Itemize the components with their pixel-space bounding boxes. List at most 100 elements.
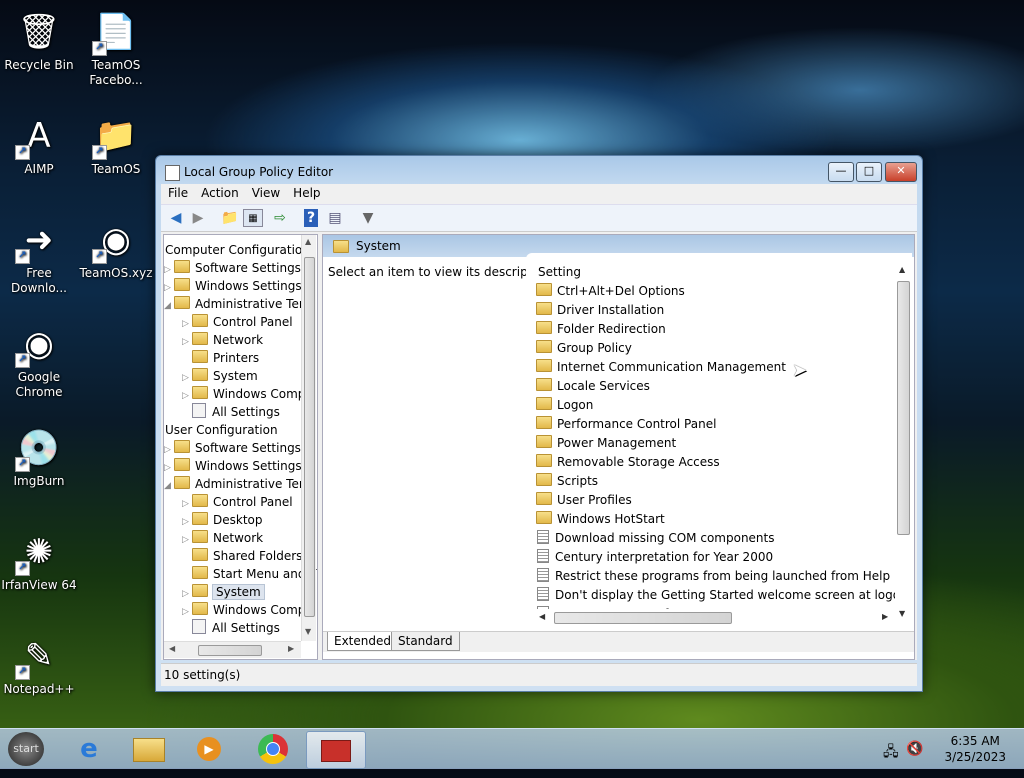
policy-setting-item[interactable]: Don't display the Getting Started welcom…: [536, 586, 908, 605]
tree-horizontal-scrollbar[interactable]: ◀ ▶: [164, 641, 301, 658]
tree-scroll-thumb[interactable]: [304, 257, 315, 617]
tree-item[interactable]: ▷ Network: [182, 331, 263, 349]
properties-icon[interactable]: ▤: [326, 209, 344, 227]
tree-item[interactable]: ▷ System: [182, 367, 258, 385]
tree-item[interactable]: User Configuration: [165, 421, 278, 439]
tree-item[interactable]: Computer Configuratio: [165, 241, 302, 259]
policy-setting-item[interactable]: Download missing COM components: [536, 529, 775, 548]
menu-help[interactable]: Help: [287, 184, 326, 202]
tree-item[interactable]: Printers: [182, 349, 259, 367]
tree-item[interactable]: ▷ Control Panel: [182, 493, 293, 511]
folder-icon: [192, 494, 208, 507]
help-icon[interactable]: ?: [304, 209, 318, 227]
policy-folder-item[interactable]: Driver Installation: [536, 301, 664, 320]
policy-folder-item[interactable]: Power Management: [536, 434, 676, 453]
start-button[interactable]: start: [8, 732, 44, 766]
tree-item-label: Software Settings: [195, 261, 301, 275]
policy-folder-item[interactable]: Group Policy: [536, 339, 632, 358]
taskbar: start e ▶ 🖧 🔇 6:35 AM 3/25/2023: [0, 728, 1024, 769]
tree-item[interactable]: ▷ Control Panel: [182, 313, 293, 331]
menu-view[interactable]: View: [246, 184, 286, 202]
tree-item[interactable]: ▷ Desktop: [182, 511, 263, 529]
taskbar-chrome-button[interactable]: [244, 731, 302, 767]
tab-standard[interactable]: Standard: [391, 632, 460, 651]
tree-item[interactable]: Start Menu and T: [182, 565, 317, 583]
expand-arrow-icon[interactable]: ◢: [164, 297, 174, 315]
tree-item[interactable]: ▷ Windows Settings: [164, 457, 302, 475]
clock[interactable]: 6:35 AM 3/25/2023: [944, 733, 1006, 765]
taskbar-explorer-button[interactable]: [120, 731, 178, 767]
tree-vertical-scrollbar[interactable]: ▲ ▼: [301, 235, 316, 641]
tree-item[interactable]: ▷ Software Settings: [164, 439, 301, 457]
tree-item[interactable]: All Settings: [182, 403, 280, 421]
desktop-icon[interactable]: ✺ ↗ IrfanView 64: [1, 528, 77, 593]
policy-folder-item[interactable]: Locale Services: [536, 377, 650, 396]
menu-file[interactable]: File: [162, 184, 194, 202]
shortcut-arrow-icon: ↗: [92, 41, 107, 56]
taskbar-gpedit-button[interactable]: [306, 731, 366, 769]
policy-folder-item[interactable]: Windows HotStart: [536, 510, 665, 529]
filter-icon[interactable]: ▼: [359, 209, 377, 227]
desktop-icon[interactable]: ◉ ↗ TeamOS.xyz: [78, 216, 154, 281]
tree-item[interactable]: ▷ Windows Settings: [164, 277, 302, 295]
item-label: Power Management: [557, 436, 677, 450]
policy-folder-item[interactable]: Internet Communication Management: [536, 358, 786, 377]
list-horizontal-scrollbar[interactable]: ◀ ▶: [536, 609, 894, 625]
shortcut-arrow-icon: ↗: [15, 145, 30, 160]
folder-icon: [192, 530, 208, 543]
setting-column-header[interactable]: Setting: [538, 265, 581, 279]
desktop-icon[interactable]: 💿 ↗ ImgBurn: [1, 424, 77, 489]
shortcut-arrow-icon: ↗: [15, 249, 30, 264]
policy-folder-item[interactable]: Removable Storage Access: [536, 453, 720, 472]
recycle-bin-icon: 🗑: [17, 12, 61, 52]
tree-item[interactable]: ▷ Windows Comp: [182, 601, 305, 619]
tree-item[interactable]: ◢ Administrative Tem: [164, 475, 311, 493]
minimize-button[interactable]: —: [828, 162, 854, 182]
desktop-icon[interactable]: 🗑 Recycle Bin: [1, 8, 77, 73]
desktop-icon[interactable]: 📄 ↗ TeamOS Facebo...: [78, 8, 154, 88]
tab-extended[interactable]: Extended: [327, 632, 398, 651]
desktop-icon[interactable]: ✎ ↗ Notepad++: [1, 632, 77, 697]
tree-item[interactable]: ▷ Windows Comp: [182, 385, 305, 403]
list-hscroll-thumb[interactable]: [554, 612, 732, 624]
folder-icon: [174, 296, 190, 309]
show-hide-tree-icon[interactable]: ▦: [243, 209, 263, 227]
back-icon[interactable]: ◀: [167, 209, 185, 227]
list-vertical-scrollbar[interactable]: ▲ ▼: [895, 253, 911, 618]
taskbar-ie-button[interactable]: e: [60, 731, 118, 767]
tree-hscroll-thumb[interactable]: [198, 645, 262, 656]
desktop-icon[interactable]: 📁 ↗ TeamOS: [78, 112, 154, 177]
folder-icon: [536, 397, 552, 410]
policy-setting-item[interactable]: Restrict these programs from being launc…: [536, 567, 890, 586]
policy-setting-item[interactable]: Century interpretation for Year 2000: [536, 548, 773, 567]
policy-folder-item[interactable]: Performance Control Panel: [536, 415, 716, 434]
up-folder-icon[interactable]: 📁: [221, 209, 239, 227]
tree-item[interactable]: ▷ Software Settings: [164, 259, 301, 277]
desktop-icon[interactable]: ➜ ↗ Free Downlo...: [1, 216, 77, 296]
tree-item[interactable]: Shared Folders: [182, 547, 302, 565]
policy-folder-item[interactable]: Folder Redirection: [536, 320, 666, 339]
forward-icon[interactable]: ▶: [189, 209, 207, 227]
setting-icon: [537, 587, 549, 601]
policy-folder-item[interactable]: Scripts: [536, 472, 598, 491]
tree-item[interactable]: All Settings: [182, 619, 280, 637]
desktop-icon[interactable]: ◉ ↗ Google Chrome: [1, 320, 77, 400]
policy-folder-item[interactable]: User Profiles: [536, 491, 632, 510]
policy-folder-item[interactable]: Ctrl+Alt+Del Options: [536, 282, 685, 301]
list-scroll-thumb[interactable]: [897, 281, 910, 535]
tree-item[interactable]: ▷ Network: [182, 529, 263, 547]
volume-muted-icon[interactable]: 🔇: [906, 741, 923, 757]
policy-folder-item[interactable]: Logon: [536, 396, 593, 415]
taskbar-media-player-button[interactable]: ▶: [180, 731, 238, 767]
expand-arrow-icon[interactable]: ◢: [164, 477, 174, 495]
export-list-icon[interactable]: ⇨: [271, 209, 289, 227]
desktop-icon[interactable]: A ↗ AIMP: [1, 112, 77, 177]
tree-item[interactable]: ◢ Administrative Tem: [164, 295, 311, 313]
close-button[interactable]: ✕: [885, 162, 917, 182]
tree-item[interactable]: ▷ System: [182, 583, 265, 601]
item-label: Removable Storage Access: [557, 455, 720, 469]
network-icon[interactable]: 🖧: [883, 741, 899, 765]
menu-action[interactable]: Action: [195, 184, 245, 202]
title-bar[interactable]: Local Group Policy Editor — □ ✕: [156, 156, 922, 186]
maximize-button[interactable]: □: [856, 162, 882, 182]
